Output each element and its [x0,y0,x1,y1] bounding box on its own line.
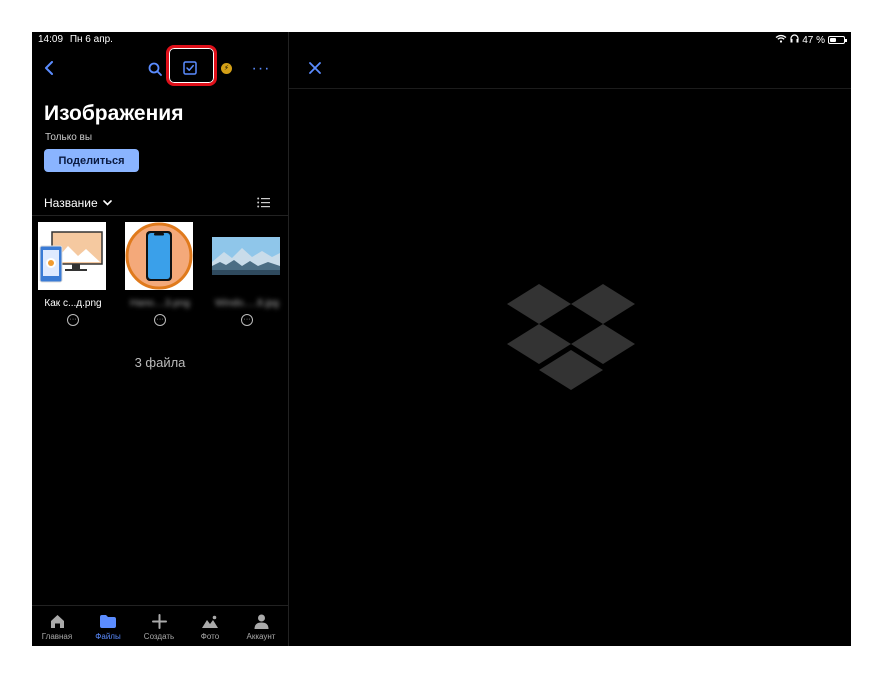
tab-photos[interactable]: Фото [185,612,235,641]
file-more-button[interactable]: ··· [67,314,79,326]
tab-files[interactable]: Файлы [83,612,133,641]
sort-dropdown[interactable]: Название [44,196,112,210]
select-button[interactable] [180,58,200,78]
photo-icon [202,615,218,628]
list-view-button[interactable] [257,195,271,209]
device-screen: 14:09 Пн 6 апр. 47 % ⚡ ··· Изображения Т [32,32,851,646]
file-more-button[interactable]: ··· [241,314,253,326]
tab-bar: Главная Файлы Создать Фото Аккаунт [32,605,288,646]
files-pane: ⚡ ··· Изображения Только вы Поделиться Н… [32,32,288,646]
divider [289,88,851,89]
tab-label: Фото [200,632,220,641]
tab-label: Файлы [95,632,121,641]
close-button[interactable] [306,59,324,77]
dropbox-logo-icon [507,284,635,390]
file-thumbnail[interactable] [125,222,193,290]
account-icon [254,614,268,629]
file-name: Как с...д.png [44,298,102,309]
more-options-button[interactable]: ··· [251,59,271,79]
folder-icon [100,614,116,628]
search-icon [148,62,162,76]
file-item[interactable]: Windo.....8.jpg ··· [212,222,282,326]
tab-create[interactable]: Создать [134,612,184,641]
close-icon [309,62,321,74]
file-more-button[interactable]: ··· [154,314,166,326]
file-item[interactable]: Напо....3.png ··· [125,222,195,326]
preview-pane [289,32,851,646]
chevron-down-icon [102,200,112,206]
divider [32,215,288,216]
plus-icon [151,613,167,629]
tab-label: Аккаунт [246,632,276,641]
landscape-thumbnail-icon [212,222,280,290]
tab-home[interactable]: Главная [32,612,82,641]
notification-badge-icon[interactable]: ⚡ [221,63,232,74]
home-icon [50,614,64,628]
list-view-icon [257,197,270,208]
tab-account[interactable]: Аккаунт [236,612,286,641]
file-thumbnail[interactable] [212,222,280,290]
back-button[interactable] [40,59,58,77]
search-button[interactable] [145,59,165,79]
sort-label: Название [44,196,98,210]
page-title: Изображения [44,102,184,125]
tab-label: Создать [143,632,175,641]
phone-thumbnail-icon [125,222,193,290]
image-thumbnail-icon [38,222,106,290]
checkbox-select-icon [183,61,197,75]
file-name: Windo.....8.jpg [215,298,279,309]
folder-access-label: Только вы [45,132,93,143]
chevron-left-icon [45,61,53,75]
file-count: 3 файла [134,355,186,370]
file-item[interactable]: Как с...д.png ··· [38,222,108,326]
file-thumbnail[interactable] [38,222,106,290]
share-button[interactable]: Поделиться [44,149,139,172]
tab-label: Главная [41,632,73,641]
file-name: Напо....3.png [130,298,190,309]
